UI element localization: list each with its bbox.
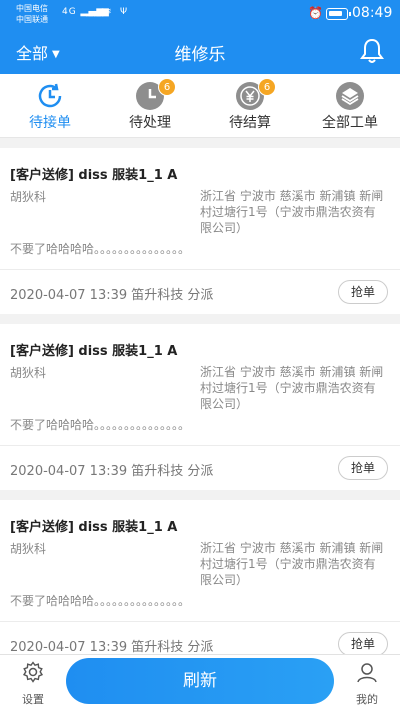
layers-icon [336,82,364,110]
user-icon [357,663,377,683]
order-card[interactable]: [客户送修] diss 服装1_1 A 胡狄科 浙江省 宁波市 慈溪市 新浦镇 … [0,324,400,490]
count-badge: 6 [258,78,276,96]
order-meta: 2020-04-07 13:39 笛升科技 分派 [10,640,214,655]
order-meta: 2020-04-07 13:39 笛升科技 分派 [10,464,214,479]
usb-icon: Ψ [120,7,129,17]
wifi-icon: ≋ [104,7,113,17]
order-meta: 2020-04-07 13:39 笛升科技 分派 [10,288,214,303]
alarm-icon: ⏰ [308,6,323,20]
tab-pending-accept[interactable]: 待接单 [0,74,100,138]
order-title: [客户送修] diss 服装1_1 A [10,168,178,183]
order-title: [客户送修] diss 服装1_1 A [10,344,178,359]
order-card[interactable]: [客户送修] diss 服装1_1 A 胡狄科 浙江省 宁波市 慈溪市 新浦镇 … [0,500,400,666]
tab-label: 待结算 [229,115,271,131]
carrier-1: 中国电信 [16,4,48,13]
customer-address: 浙江省 宁波市 慈溪市 新浦镇 新闸村过塘行1号（宁波市鼎浩农资有限公司） [200,189,384,235]
settings-label: 设置 [22,693,44,706]
status-bar: 中国电信 中国联通 4G ▂▄▆ ▂▄▆ ≋ Ψ ⏰ 08:49 [0,0,400,30]
settings-button[interactable]: 设置 [8,659,58,709]
customer-name: 胡狄科 [10,542,47,556]
customer-name: 胡狄科 [10,190,47,204]
carrier-info: 中国电信 中国联通 [16,3,48,25]
gear-icon [22,661,44,683]
tab-label: 待处理 [129,115,171,131]
carrier-2: 中国联通 [16,15,48,24]
divider [0,621,400,622]
tab-label: 待接单 [29,115,71,131]
grab-order-button[interactable]: 抢单 [338,632,388,656]
status-tabs: 待接单 6 待处理 6 待结算 全部工单 [0,74,400,138]
grab-order-button[interactable]: 抢单 [338,280,388,304]
count-badge: 6 [158,78,176,96]
tab-label: 全部工单 [322,115,378,131]
refresh-button[interactable]: 刷新 [66,658,334,704]
mine-button[interactable]: 我的 [342,659,392,709]
customer-name: 胡狄科 [10,366,47,380]
page-title: 维修乐 [174,45,226,65]
app-header: 全部 ▼ 维修乐 [0,30,400,74]
notification-button[interactable] [360,38,384,64]
mine-label: 我的 [356,693,378,706]
order-description: 不要了哈哈哈哈。。。。。。。。。。。。。。。 [10,242,191,256]
tab-pending-settle[interactable]: 6 待结算 [200,74,300,138]
divider [0,269,400,270]
divider [0,445,400,446]
status-time: 08:49 [352,5,393,21]
tab-pending-process[interactable]: 6 待处理 [100,74,200,138]
clock-icon [36,82,64,110]
bell-icon [360,38,384,63]
tab-all-orders[interactable]: 全部工单 [300,74,400,138]
battery-icon [326,8,351,20]
order-card[interactable]: [客户送修] diss 服装1_1 A 胡狄科 浙江省 宁波市 慈溪市 新浦镇 … [0,148,400,314]
order-description: 不要了哈哈哈哈。。。。。。。。。。。。。。。 [10,418,191,432]
customer-address: 浙江省 宁波市 慈溪市 新浦镇 新闸村过塘行1号（宁波市鼎浩农资有限公司） [200,365,384,411]
order-title: [客户送修] diss 服装1_1 A [10,520,178,535]
customer-address: 浙江省 宁波市 慈溪市 新浦镇 新闸村过塘行1号（宁波市鼎浩农资有限公司） [200,541,384,587]
order-description: 不要了哈哈哈哈。。。。。。。。。。。。。。。 [10,594,191,608]
battery-level [329,11,342,16]
grab-order-button[interactable]: 抢单 [338,456,388,480]
